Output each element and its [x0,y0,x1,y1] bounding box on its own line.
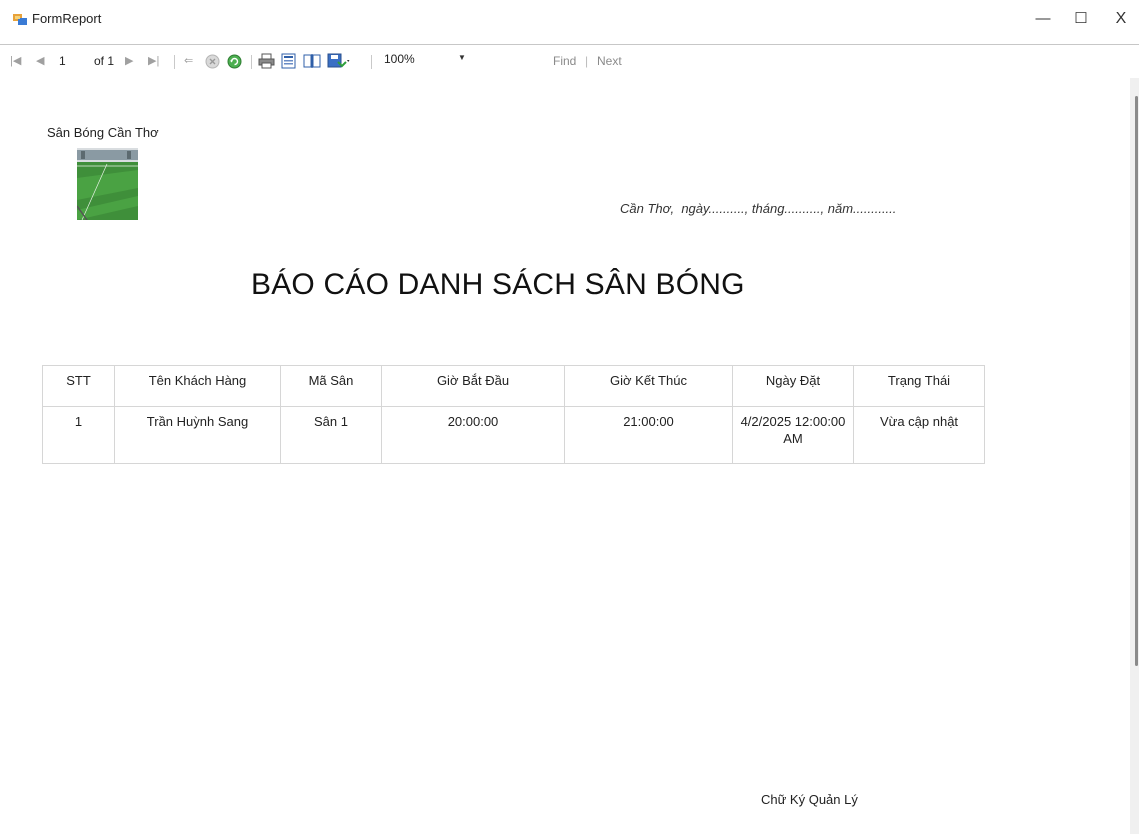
find-input[interactable] [482,51,542,71]
window-title: FormReport [32,11,102,26]
table-cell: 1 [42,406,115,464]
page-setup-icon[interactable] [303,53,321,69]
next-link[interactable]: Next [597,51,622,71]
table-header-row: STT Tên Khách Hàng Mã Sân Giờ Bắt Đầu Gi… [42,365,985,407]
toolbar-separator [174,55,175,69]
maximize-button[interactable]: ☐ [1070,8,1092,30]
toolbar-separator [371,55,372,69]
back-icon[interactable]: ⇐ [184,51,193,71]
app-icon [13,14,27,25]
page-number-input[interactable] [55,51,85,70]
football-field-logo [77,148,138,220]
title-bar: FormReport — ☐ X [0,0,1139,40]
close-button[interactable]: X [1110,8,1132,30]
page-count-label: of 1 [94,54,115,68]
scrollbar-thumb[interactable] [1135,96,1138,666]
stop-icon[interactable] [205,54,220,69]
last-page-icon[interactable]: ▶| [148,51,159,71]
next-page-icon[interactable]: ▶ [125,51,133,71]
refresh-icon[interactable] [227,54,242,69]
prev-page-icon[interactable]: ◀ [36,51,44,71]
table-cell: 21:00:00 [564,406,733,464]
column-header: Ngày Đặt [732,365,854,407]
find-link[interactable]: Find [553,51,576,71]
table-cell: Trần Huỳnh Sang [114,406,281,464]
column-header: Giờ Kết Thúc [564,365,733,407]
chevron-down-icon[interactable]: ▼ [458,53,466,62]
date-line: Cần Thơ, ngày.........., tháng..........… [620,201,897,216]
toolbar-separator [251,55,252,69]
report-toolbar: |◀ ◀ of 1 ▶ ▶| ⇐ 100% ▼ Find | Nex [0,44,1139,76]
company-name: Sân Bóng Cần Thơ [47,125,159,140]
column-header: Trạng Thái [853,365,985,407]
column-header: Giờ Bắt Đầu [381,365,565,407]
table-row: 1 Trần Huỳnh Sang Sân 1 20:00:00 21:00:0… [42,406,985,464]
minimize-button[interactable]: — [1032,8,1054,30]
find-separator: | [585,54,589,68]
first-page-icon[interactable]: |◀ [10,51,21,71]
export-icon[interactable] [327,53,351,69]
column-header: Mã Sân [280,365,382,407]
column-header: Tên Khách Hàng [114,365,281,407]
print-icon[interactable] [258,53,275,69]
report-title: BÁO CÁO DANH SÁCH SÂN BÓNG [251,268,745,301]
manager-signature-label: Chữ Ký Quản Lý [761,792,858,807]
table-cell: 20:00:00 [381,406,565,464]
print-layout-icon[interactable] [281,53,296,69]
table-cell: 4/2/2025 12:00:00 AM [732,406,854,464]
column-header: STT [42,365,115,407]
table-cell: Vừa cập nhật [853,406,985,464]
booking-table: STT Tên Khách Hàng Mã Sân Giờ Bắt Đầu Gi… [42,365,985,464]
table-cell: Sân 1 [280,406,382,464]
